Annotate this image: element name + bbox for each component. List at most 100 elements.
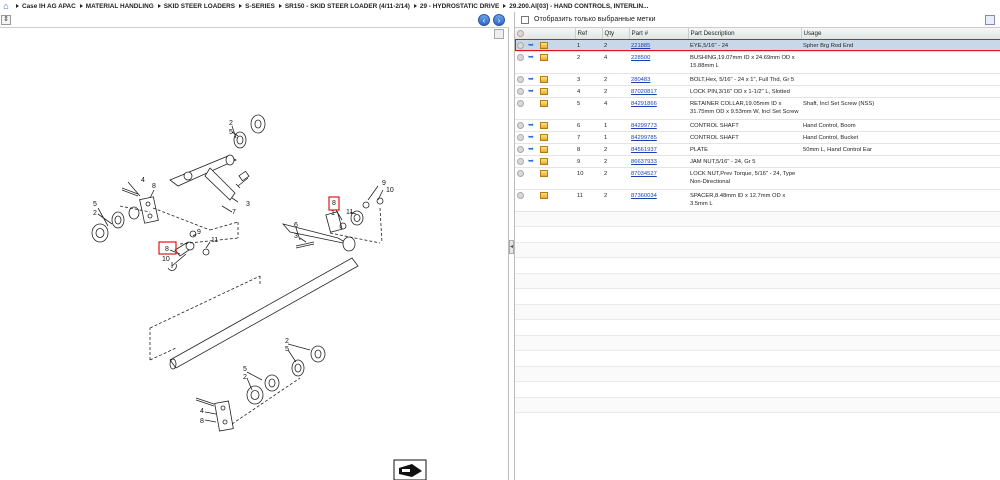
part-number-link[interactable]: 87360034 bbox=[631, 193, 657, 199]
part-number-link[interactable]: 84291866 bbox=[631, 101, 657, 107]
link-arrow-icon[interactable]: ➥ bbox=[528, 134, 536, 141]
exploded-parts-diagram[interactable]: 2 5 4 8 5 2 7 3 9 11 8 10 9 10 6 3 11 8 … bbox=[0, 28, 509, 480]
callout-label: 6 bbox=[294, 222, 298, 229]
empty-row bbox=[515, 304, 1000, 320]
link-arrow-icon[interactable]: ➥ bbox=[528, 88, 536, 95]
select-circle-icon[interactable] bbox=[517, 145, 524, 153]
row-actions-cell: ➥ bbox=[515, 119, 575, 132]
select-circle-icon[interactable] bbox=[517, 169, 524, 177]
breadcrumb-item[interactable]: Case IH AG APAC bbox=[16, 3, 76, 10]
callout-label: 8 bbox=[152, 183, 156, 190]
row-actions-cell: ➥ bbox=[515, 155, 575, 168]
breadcrumb-arrow-icon bbox=[413, 4, 417, 8]
home-icon[interactable]: ⌂ bbox=[0, 0, 12, 12]
empty-row bbox=[515, 273, 1000, 289]
ref-cell: 10 bbox=[575, 167, 602, 190]
link-arrow-icon[interactable]: ➥ bbox=[528, 76, 536, 83]
table-row[interactable]: ➥ 8 2 84561937 PLATE 50mm L, Hand Control Ear bbox=[515, 143, 1000, 156]
select-circle-icon[interactable] bbox=[517, 41, 524, 49]
table-row[interactable]: 10 2 87034527 LOCK NUT,Prev Torque, 5/16" -… bbox=[515, 167, 1000, 190]
table-row[interactable]: ➥ 7 1 84299785 CONTROL SHAFT Hand Control, Bu… bbox=[515, 131, 1000, 144]
fit-view-icon[interactable]: ⇕ bbox=[1, 15, 11, 25]
part-number-link[interactable]: 280483 bbox=[631, 77, 650, 83]
select-circle-icon[interactable] bbox=[517, 157, 524, 165]
arrow-right-circle-icon[interactable]: › bbox=[493, 14, 505, 26]
ref-cell: 8 bbox=[575, 143, 602, 156]
select-circle-icon[interactable] bbox=[517, 75, 524, 83]
row-actions-cell: ➥ bbox=[515, 73, 575, 86]
column-header-qty[interactable]: Qty bbox=[602, 28, 630, 40]
link-arrow-icon[interactable]: ➥ bbox=[528, 158, 536, 165]
breadcrumb-arrow-icon bbox=[278, 4, 282, 8]
cart-box-icon[interactable] bbox=[540, 75, 548, 83]
cart-box-icon[interactable] bbox=[540, 87, 548, 95]
cart-box-icon[interactable] bbox=[540, 121, 548, 129]
cart-box-icon[interactable] bbox=[540, 191, 548, 199]
export-icon[interactable] bbox=[985, 15, 995, 25]
show-selected-only-checkbox[interactable] bbox=[521, 15, 529, 24]
ref-cell: 4 bbox=[575, 85, 602, 98]
column-header-part-number[interactable]: Part # bbox=[629, 28, 689, 40]
breadcrumb-arrow-icon bbox=[503, 4, 507, 8]
select-circle-icon[interactable] bbox=[517, 53, 524, 61]
table-row[interactable]: ➥ 1 2 221885 EYE,5/16" - 24 Spher Brg Rod End bbox=[515, 39, 1000, 52]
table-row[interactable]: ➥ 3 2 280483 BOLT,Hex, 5/16" - 24 x 1", Full… bbox=[515, 73, 1000, 86]
link-arrow-icon[interactable]: ➥ bbox=[528, 122, 536, 129]
callout-label: 3 bbox=[246, 201, 250, 208]
column-header-description[interactable]: Part Description bbox=[688, 28, 802, 40]
select-circle-icon[interactable] bbox=[517, 133, 524, 141]
cart-box-icon[interactable] bbox=[540, 145, 548, 153]
column-header-actions[interactable] bbox=[515, 28, 576, 40]
breadcrumb-label: Case IH AG APAC bbox=[22, 2, 76, 10]
callout-label: 11 bbox=[211, 237, 218, 244]
select-circle-icon[interactable] bbox=[517, 191, 524, 199]
row-actions-cell bbox=[515, 167, 575, 190]
select-circle-icon[interactable] bbox=[517, 87, 524, 95]
arrow-left-circle-icon[interactable]: ‹ bbox=[478, 14, 490, 26]
part-number-link[interactable]: 84299773 bbox=[631, 123, 657, 129]
breadcrumb-item[interactable]: MATERIAL HANDLING bbox=[79, 3, 154, 10]
diagram-pane: ⇕ ‹ › 2 5 4 8 5 2 7 3 9 11 8 10 9 10 6 3… bbox=[0, 12, 509, 480]
select-circle-icon[interactable] bbox=[517, 121, 524, 129]
table-row[interactable]: ➥ 2 4 228500 BUSHING,19.07mm ID x 24.69mm OD… bbox=[515, 51, 1000, 74]
part-number-link[interactable]: 87034527 bbox=[631, 171, 657, 177]
link-arrow-icon[interactable]: ➥ bbox=[528, 54, 536, 61]
settings-circle-icon[interactable] bbox=[517, 29, 524, 37]
cart-box-icon[interactable] bbox=[540, 157, 548, 165]
part-number-link[interactable]: 84561937 bbox=[631, 147, 657, 153]
select-circle-icon[interactable] bbox=[517, 99, 524, 107]
column-header-ref[interactable]: Ref bbox=[575, 28, 603, 40]
table-row[interactable]: ➥ 6 1 84299773 CONTROL SHAFT Hand Control, Bo… bbox=[515, 119, 1000, 132]
part-number-link[interactable]: 221885 bbox=[631, 43, 650, 49]
cart-box-icon[interactable] bbox=[540, 133, 548, 141]
usage-cell bbox=[801, 189, 1000, 212]
table-row[interactable]: ➥ 9 2 86637933 JAM NUT,5/16" - 24, Gr 5 bbox=[515, 155, 1000, 168]
breadcrumb-item[interactable]: SKID STEER LOADERS bbox=[157, 3, 235, 10]
part-number-cell: 228500 bbox=[629, 51, 688, 74]
callout-label: 2 bbox=[93, 210, 97, 217]
column-header-usage[interactable]: Usage bbox=[801, 28, 1000, 40]
cart-box-icon[interactable] bbox=[540, 41, 548, 49]
ref-cell: 2 bbox=[575, 51, 602, 74]
part-number-link[interactable]: 86637933 bbox=[631, 159, 657, 165]
table-row[interactable]: ➥ 4 2 87020817 LOCK PIN,3/16" OD x 1-1/2" L,… bbox=[515, 85, 1000, 98]
part-number-link[interactable]: 228500 bbox=[631, 55, 650, 61]
breadcrumb-item[interactable]: 29 - HYDROSTATIC DRIVE bbox=[413, 3, 499, 10]
empty-row bbox=[515, 366, 1000, 382]
part-number-link[interactable]: 84299785 bbox=[631, 135, 657, 141]
breadcrumb-item-current[interactable]: 29.200.AI[03] - HAND CONTROLS, INTERLIN.… bbox=[503, 3, 648, 10]
breadcrumb-item[interactable]: SR150 - SKID STEER LOADER (4/11-2/14) bbox=[278, 3, 410, 10]
tool-icon[interactable] bbox=[393, 459, 427, 480]
part-number-link[interactable]: 87020817 bbox=[631, 89, 657, 95]
cart-box-icon[interactable] bbox=[540, 99, 548, 107]
table-row[interactable]: 11 2 87360034 SPACER,8.48mm ID x 12.7mm OD … bbox=[515, 189, 1000, 212]
row-actions-cell: ➥ bbox=[515, 51, 575, 74]
usage-cell: 50mm L, Hand Control Ear bbox=[801, 143, 1000, 156]
link-arrow-icon[interactable]: ➥ bbox=[528, 146, 536, 153]
cart-box-icon[interactable] bbox=[540, 53, 548, 61]
cart-box-icon[interactable] bbox=[540, 169, 548, 177]
breadcrumb-item[interactable]: S-SERIES bbox=[239, 3, 275, 10]
link-arrow-icon[interactable]: ➥ bbox=[528, 42, 536, 49]
table-row[interactable]: 5 4 84291866 RETAINER COLLAR,19.05mm ID x 3… bbox=[515, 97, 1000, 120]
usage-cell bbox=[801, 167, 1000, 190]
